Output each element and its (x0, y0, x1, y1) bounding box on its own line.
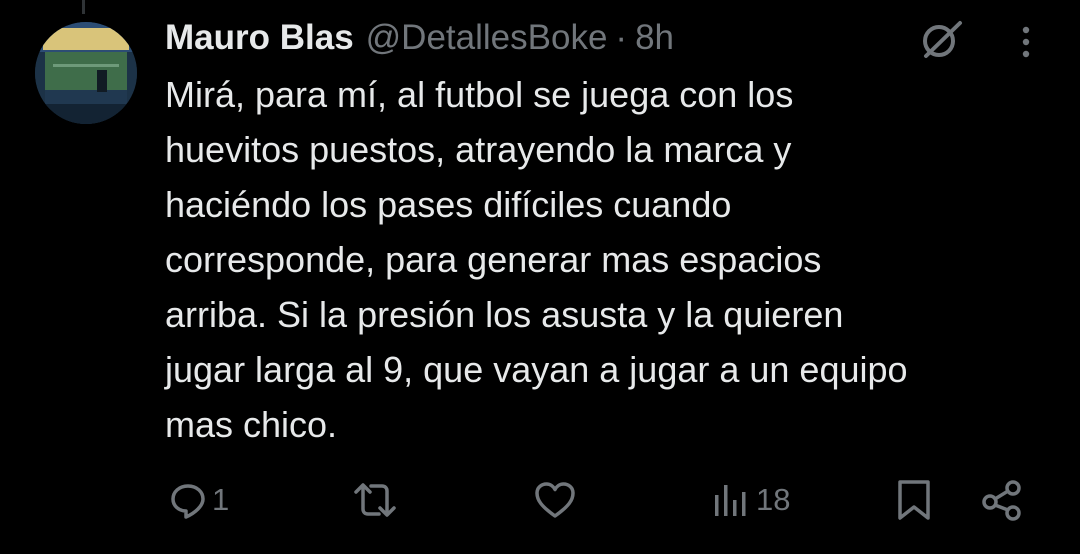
heart-icon (535, 482, 575, 518)
tweet-timestamp[interactable]: 8h (635, 18, 674, 58)
author-name[interactable]: Mauro Blas (165, 18, 354, 58)
more-icon[interactable] (1012, 22, 1040, 62)
tweet-text-line: arriba. Si la presión los asusta y la qu… (165, 294, 844, 335)
tweet-text-line: corresponde, para generar mas espacios (165, 239, 822, 280)
share-button[interactable] (980, 476, 1024, 524)
reply-icon (171, 484, 205, 519)
reply-button[interactable]: 1 (168, 476, 229, 524)
views-count: 18 (756, 482, 791, 517)
tweet-text-line: jugar larga al 9, que vayan a jugar a un… (165, 349, 908, 390)
thread-connector-line (82, 0, 85, 14)
tweet-text-line: huevitos puestos, atrayendo la marca y (165, 129, 792, 170)
views-button[interactable]: 18 (712, 476, 790, 524)
like-button[interactable] (533, 476, 577, 524)
share-icon (982, 480, 1021, 521)
bookmark-button[interactable] (895, 476, 933, 524)
retweet-button[interactable] (352, 476, 398, 524)
tweet-text: Mirá, para mí, al futbol se juega con lo… (165, 67, 1065, 452)
author-handle[interactable]: @DetallesBoke (366, 18, 608, 58)
tweet-text-line: mas chico. (165, 404, 338, 445)
retweet-icon (354, 483, 396, 517)
avatar[interactable] (35, 22, 137, 124)
separator-dot: · (615, 18, 628, 57)
tweet-text-line: Mirá, para mí, al futbol se juega con lo… (165, 74, 794, 115)
bookmark-icon (898, 480, 930, 520)
tweet-text-line: haciéndo los pases difíciles cuando (165, 184, 732, 225)
tweet-header: Mauro Blas @DetallesBoke · 8h (165, 16, 674, 60)
reply-count: 1 (212, 482, 230, 517)
views-icon (715, 485, 746, 516)
grok-icon[interactable] (918, 18, 964, 62)
